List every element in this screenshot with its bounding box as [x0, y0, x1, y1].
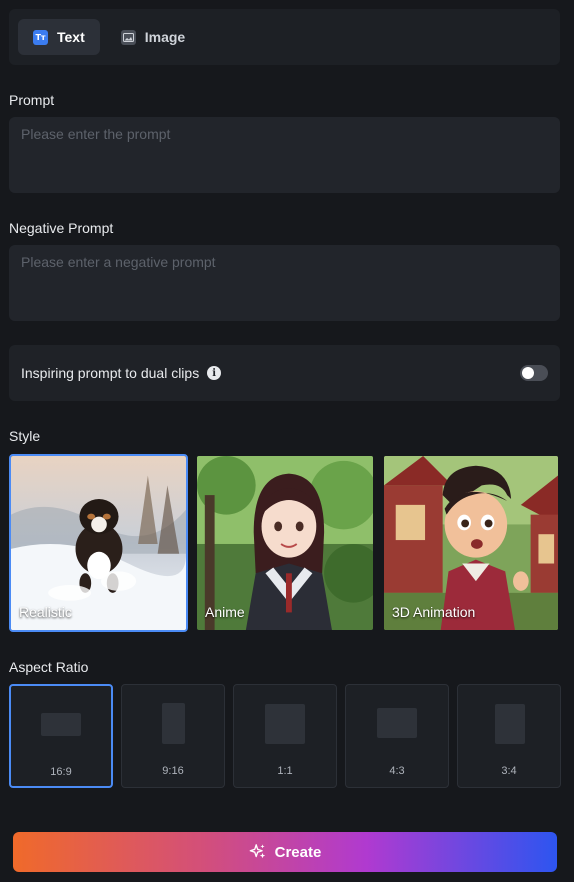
- aspect-ratio-3-4[interactable]: 3:4: [457, 684, 561, 788]
- style-label: Style: [9, 428, 41, 444]
- style-options: Realistic Anime 3D Animation: [9, 454, 560, 632]
- prompt-input[interactable]: [9, 117, 560, 193]
- aspect-ratio-label-text: 3:4: [501, 765, 517, 777]
- info-icon[interactable]: i: [207, 366, 222, 380]
- aspect-ratio-label-text: 9:16: [162, 765, 184, 777]
- negative-prompt-label: Negative Prompt: [9, 220, 114, 236]
- sparkle-icon: [249, 844, 265, 859]
- text-icon: Tт: [33, 29, 48, 45]
- aspect-ratio-label: Aspect Ratio: [9, 659, 89, 675]
- aspect-ratio-16-9[interactable]: 16:9: [9, 684, 113, 788]
- aspect-ratio-4-3[interactable]: 4:3: [345, 684, 449, 788]
- style-option-label: Anime: [205, 604, 245, 620]
- style-option-realistic[interactable]: Realistic: [9, 454, 188, 632]
- style-option-3d-animation[interactable]: 3D Animation: [382, 454, 560, 632]
- create-button-label: Create: [274, 843, 322, 861]
- style-option-label: 3D Animation: [392, 604, 476, 620]
- toggle-knob: [522, 367, 534, 379]
- ratio-shape: [495, 704, 525, 744]
- tab-text[interactable]: Tт Text: [18, 19, 100, 55]
- aspect-ratio-label-text: 1:1: [277, 765, 293, 777]
- ratio-shape: [265, 704, 305, 744]
- style-option-label: Realistic: [19, 604, 72, 620]
- ratio-shape: [41, 713, 81, 736]
- aspect-ratio-options: 16:9 9:16 1:1 4:3 3:4: [9, 684, 561, 788]
- style-option-anime[interactable]: Anime: [195, 454, 375, 632]
- tab-image[interactable]: Image: [106, 19, 200, 55]
- prompt-label: Prompt: [9, 92, 55, 108]
- dual-clips-label: Inspiring prompt to dual clips: [21, 365, 200, 381]
- create-button[interactable]: Create: [13, 832, 557, 872]
- image-icon: [120, 29, 136, 45]
- negative-prompt-input[interactable]: [9, 245, 560, 321]
- dual-clips-toggle[interactable]: [520, 365, 548, 381]
- aspect-ratio-9-16[interactable]: 9:16: [121, 684, 225, 788]
- mode-tabs: Tт Text Image: [9, 9, 560, 65]
- aspect-ratio-1-1[interactable]: 1:1: [233, 684, 337, 788]
- aspect-ratio-label-text: 4:3: [389, 765, 405, 777]
- dual-clips-row: Inspiring prompt to dual clips i: [9, 345, 560, 401]
- aspect-ratio-label-text: 16:9: [50, 766, 72, 778]
- tab-text-label: Text: [57, 29, 85, 45]
- ratio-shape: [377, 708, 417, 738]
- ratio-shape: [162, 703, 185, 744]
- tab-image-label: Image: [144, 29, 186, 45]
